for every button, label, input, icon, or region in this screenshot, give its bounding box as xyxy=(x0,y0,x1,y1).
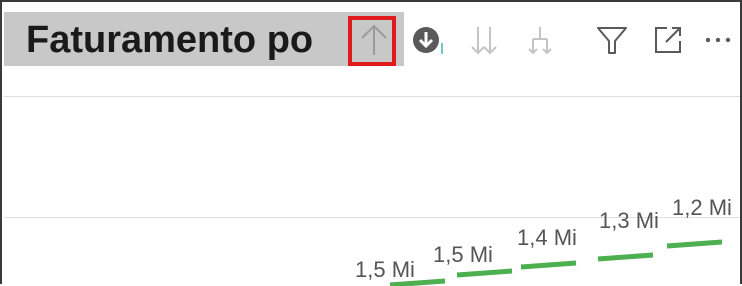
data-label: 1,4 Mi xyxy=(517,225,577,250)
data-label: 1,5 Mi xyxy=(355,257,415,282)
chart-plot-area: 1,5 Mi 1,5 Mi 1,4 Mi 1,3 Mi 1,2 Mi xyxy=(355,195,732,286)
line-segment[interactable] xyxy=(597,252,654,262)
line-segment[interactable] xyxy=(456,268,513,278)
line-segment[interactable] xyxy=(666,239,723,249)
data-label: 1,3 Mi xyxy=(599,208,659,233)
line-segment[interactable] xyxy=(520,260,577,270)
data-label: 1,2 Mi xyxy=(672,195,732,220)
visual-container: Faturamento po 1,5 Mi 1,5 Mi 1,4 Mi 1,3 … xyxy=(0,0,742,286)
data-label: 1,5 Mi xyxy=(433,242,493,267)
